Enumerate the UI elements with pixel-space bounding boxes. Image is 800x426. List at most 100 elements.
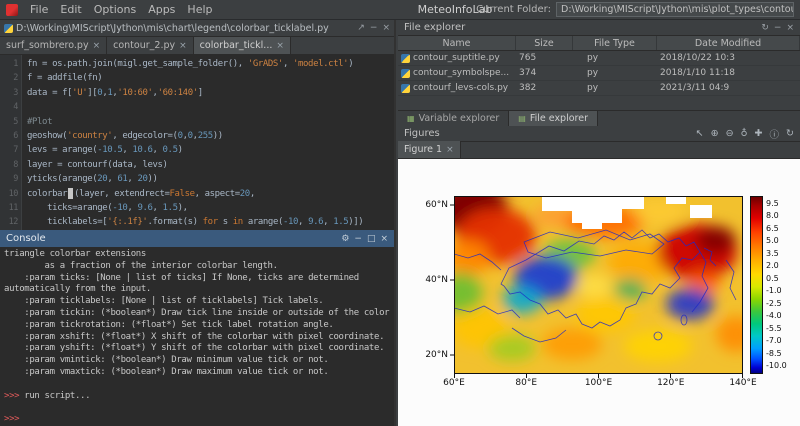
code-token: -10.5 <box>97 145 122 155</box>
menu-item-file[interactable]: File <box>24 3 54 16</box>
close-icon[interactable]: × <box>93 41 101 51</box>
close-icon[interactable]: × <box>382 23 390 33</box>
table-row[interactable]: contourf_levs-cols.py382py2021/3/11 04:9 <box>398 81 800 96</box>
code-token: in <box>233 217 243 227</box>
figure-tab-label: Figure 1 <box>404 144 442 155</box>
identify-icon[interactable]: ⓘ <box>770 127 780 141</box>
minimize-icon[interactable]: − <box>370 23 378 33</box>
code-token: s <box>218 217 233 227</box>
close-icon[interactable]: × <box>380 234 388 244</box>
editor-tab[interactable]: colorbar_tickl...× <box>194 37 291 54</box>
close-icon[interactable]: × <box>276 41 284 51</box>
menu-bar: FileEditOptionsAppsHelp MeteoInfoLab Cur… <box>0 0 800 20</box>
zoom-out-icon[interactable]: ⊖ <box>726 128 734 139</box>
code-editor[interactable]: 123456789101112 fn = os.path.join(migl.g… <box>0 55 394 230</box>
current-folder-area: Current Folder: D:\Working\MIScript\Jyth… <box>476 2 794 17</box>
table-icon: ▦ <box>407 114 415 123</box>
line-number: 7 <box>0 143 18 157</box>
editor-tab-label: surf_sombrero.py <box>6 40 89 51</box>
code-line: colorbar(layer, extendrect=False, aspect… <box>27 187 394 201</box>
column-header-file-type[interactable]: File Type <box>573 36 657 50</box>
y-axis-label: 20°N <box>414 350 448 360</box>
menu-item-help[interactable]: Help <box>181 3 218 16</box>
zoom-in-icon[interactable]: ⊕ <box>711 128 719 139</box>
editor-tab-label: contour_2.py <box>113 40 175 51</box>
table-row[interactable]: contour_suptitle.py765py2018/10/22 10:3 <box>398 51 800 66</box>
colorbar-tick-label: 9.5 <box>766 200 779 208</box>
column-header-name[interactable]: Name <box>398 36 516 50</box>
code-line: fn = os.path.join(migl.get_sample_folder… <box>27 57 394 71</box>
code-token: , <box>298 217 308 227</box>
console-blank-line <box>4 379 390 391</box>
editor-tab[interactable]: surf_sombrero.py × <box>0 37 107 54</box>
restore-icon[interactable]: □ <box>367 234 376 244</box>
file-explorer-icons: ↻ − × <box>761 23 794 33</box>
editor-window-icons: ↗ − × <box>357 23 390 33</box>
tab-file-explorer[interactable]: ▤File explorer <box>509 111 598 126</box>
python-file-icon <box>4 24 13 33</box>
colorbar-tick-label: -2.5 <box>766 300 782 308</box>
colorbar-tick-label: 3.5 <box>766 250 779 258</box>
code-token: yticks(arange( <box>27 174 97 184</box>
file-date: 2021/3/11 04:9 <box>657 81 800 95</box>
figures-panel: Figures ↖⊕⊖♁✚ⓘ↻ Figure 1× <box>398 126 800 426</box>
refresh-icon[interactable]: ↻ <box>761 23 769 33</box>
file-type: py <box>573 51 657 65</box>
menu-item-apps[interactable]: Apps <box>142 3 181 16</box>
editor-tab[interactable]: contour_2.py × <box>107 37 194 54</box>
python-file-icon <box>401 69 410 78</box>
pan-icon[interactable]: ✚ <box>755 128 763 139</box>
table-row[interactable]: contour_symbolspe...374py2018/1/10 11:18 <box>398 66 800 81</box>
file-name: contour_symbolspe... <box>413 68 509 78</box>
close-icon[interactable]: × <box>786 23 794 33</box>
folder-icon: ▤ <box>518 114 526 123</box>
column-header-size[interactable]: Size <box>516 36 573 50</box>
file-name-cell: contour_symbolspe... <box>398 66 516 80</box>
console-output[interactable]: triangle colorbar extensions as a fracti… <box>0 247 394 426</box>
column-header-date-modified[interactable]: Date Modified <box>657 36 800 50</box>
float-icon[interactable]: ↗ <box>357 23 365 33</box>
minimize-icon[interactable]: − <box>774 23 782 33</box>
editor-tab-bar: surf_sombrero.py×contour_2.py×colorbar_t… <box>0 37 394 55</box>
code-token: 20 <box>137 174 147 184</box>
code-token: f = addfile(fn) <box>27 73 102 83</box>
full-extent-icon[interactable]: ♁ <box>741 128 748 139</box>
close-icon[interactable]: × <box>446 145 454 155</box>
select-arrow-icon[interactable]: ↖ <box>696 128 704 139</box>
code-token: , <box>127 174 137 184</box>
code-token: .format(s) <box>147 217 202 227</box>
file-explorer-panel: File explorer ↻ − × NameSizeFile TypeDat… <box>398 20 800 126</box>
tab-variable-explorer[interactable]: ▦Variable explorer <box>398 111 509 126</box>
code-token: 20 <box>97 174 107 184</box>
line-number: 11 <box>0 201 18 215</box>
current-folder-select[interactable]: D:\Working\MIScript\Jython\mis\plot_type… <box>556 2 794 17</box>
code-token: levs = arange( <box>27 145 97 155</box>
figure-tab[interactable]: Figure 1 × <box>398 141 461 158</box>
code-token: '10:60' <box>117 88 152 98</box>
console-text-line: as a fraction of the interior colorbar l… <box>4 261 390 273</box>
code-token: 61 <box>117 174 127 184</box>
code-token: ) <box>348 59 353 69</box>
console-text-line: triangle colorbar extensions <box>4 249 390 261</box>
menu-item-edit[interactable]: Edit <box>54 3 87 16</box>
code-token: , <box>250 189 255 199</box>
settings-icon[interactable]: ⚙ <box>341 234 349 244</box>
file-name: contour_suptitle.py <box>413 53 500 63</box>
console-header: Console ⚙ − □ × <box>0 230 394 247</box>
code-lines[interactable]: fn = os.path.join(migl.get_sample_folder… <box>22 55 394 230</box>
code-line: layer = contourf(data, levs) <box>27 158 394 172</box>
figure-canvas[interactable]: 60°N40°N20°N 60°E80°E100°E120°E140°E 9.5… <box>398 159 800 426</box>
close-icon[interactable]: × <box>179 41 187 51</box>
minimize-icon[interactable]: − <box>354 234 362 244</box>
console-blank-line <box>4 402 390 414</box>
console-title: Console <box>6 233 46 244</box>
code-token: 'country' <box>67 131 112 141</box>
code-line: f = addfile(fn) <box>27 71 394 85</box>
text-cursor <box>68 188 73 199</box>
menu-item-options[interactable]: Options <box>88 3 142 16</box>
code-token: fn = os.path.join(migl.get_sample_folder… <box>27 59 248 69</box>
editor-panel: D:\Working\MIScript\Jython\mis\chart\leg… <box>0 20 396 230</box>
code-token: , <box>153 203 163 213</box>
file-size: 765 <box>516 51 573 65</box>
refresh-icon[interactable]: ↻ <box>786 128 794 139</box>
